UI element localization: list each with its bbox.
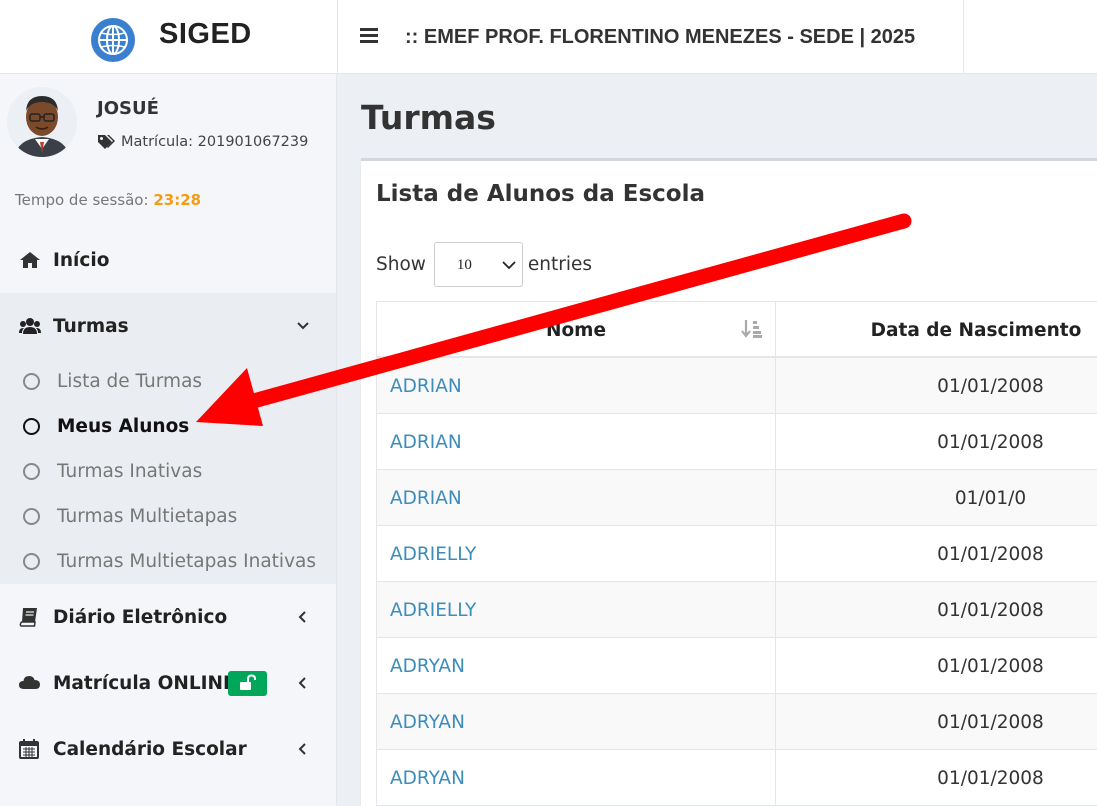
circle-icon (23, 553, 40, 570)
sidebar-item-label: Diário Eletrônico (53, 606, 228, 628)
table-row: ADRIAN 01/01/2008 (377, 414, 1097, 470)
matricula-text: Matrícula: 201901067239 (121, 134, 309, 150)
sidebar-item-diario-eletronico[interactable]: Diário Eletrônico (0, 584, 336, 650)
user-matricula: Matrícula: 201901067239 (97, 134, 308, 150)
student-name-link[interactable]: ADRYAN (377, 750, 776, 806)
logo-bar: SIGED (0, 0, 337, 74)
users-icon (19, 318, 41, 334)
birth-date: 01/01/2008 (937, 599, 1044, 621)
birth-date: 01/01/2008 (937, 375, 1044, 397)
chevron-left-icon (298, 677, 306, 689)
student-name-link[interactable]: ADRIELLY (377, 582, 776, 638)
cloud-icon (19, 676, 40, 689)
top-navbar: :: EMEF PROF. FLORENTINO MENEZES - SEDE … (337, 0, 1097, 74)
book-icon (19, 608, 37, 627)
birth-date: 01/01/0 (954, 487, 1027, 509)
entries-label: entries (527, 253, 593, 275)
chevron-left-icon (298, 743, 306, 755)
submenu-item-turmas-inativas[interactable]: Turmas Inativas (0, 449, 336, 494)
submenu-label: Turmas Multietapas (57, 506, 238, 527)
students-table: Nome Data de Nascimento ADRIAN 01/01/200… (376, 301, 1097, 806)
sidebar-item-label: Início (53, 249, 110, 271)
students-card: Lista de Alunos da Escola Show 10 entrie… (361, 158, 1097, 806)
sidebar-item-inicio[interactable]: Início (0, 227, 336, 293)
table-row: ADRIELLY 01/01/2008 (377, 526, 1097, 582)
sort-icon (741, 320, 762, 338)
submenu-item-lista-de-turmas[interactable]: Lista de Turmas (0, 359, 336, 404)
submenu-item-turmas-multietapas-inativas[interactable]: Turmas Multietapas Inativas (0, 539, 336, 584)
entries-select-value: 10 (456, 256, 472, 273)
submenu-label: Lista de Turmas (57, 371, 203, 392)
table-row: ADRYAN 01/01/2008 (377, 750, 1097, 806)
page-title: Turmas (361, 98, 496, 137)
chevron-left-icon (298, 611, 306, 623)
table-row: ADRIAN 01/01/2008 (377, 358, 1097, 414)
student-name-link[interactable]: ADRIELLY (377, 526, 776, 582)
circle-icon (23, 373, 40, 390)
submenu-item-meus-alunos[interactable]: Meus Alunos (0, 404, 336, 449)
table-row: ADRYAN 01/01/2008 (377, 694, 1097, 750)
sidebar-item-label: Turmas (53, 315, 129, 337)
avatar (7, 87, 77, 157)
sidebar-item-matricula-online[interactable]: Matrícula ONLINE (0, 650, 336, 716)
sidebar: JOSUÉ Matrícula: 201901067239 Tempo de s… (0, 74, 337, 806)
sidebar-item-label: Calendário Escolar (53, 738, 247, 760)
calendar-icon (19, 739, 39, 759)
globe-icon (91, 18, 135, 62)
avatar-image (7, 87, 77, 157)
column-header-label: Nome (545, 319, 607, 341)
entries-select[interactable]: 10 (433, 241, 523, 287)
unlock-badge (228, 670, 267, 696)
birth-date: 01/01/2008 (937, 431, 1044, 453)
circle-icon (23, 418, 40, 435)
student-name-link[interactable]: ADRIAN (377, 470, 776, 526)
circle-icon (23, 508, 40, 525)
entries-length-control: Show 10 entries (376, 241, 592, 287)
tags-icon (98, 135, 115, 149)
table-row: ADRIAN 01/01/0 (377, 470, 1097, 526)
unlock-icon (240, 673, 256, 690)
birth-date: 01/01/2008 (937, 655, 1044, 677)
submenu-label: Turmas Inativas (57, 461, 203, 482)
show-label: Show (376, 253, 426, 275)
submenu-label: Meus Alunos (57, 416, 190, 437)
student-name-link[interactable]: ADRYAN (377, 638, 776, 694)
navbar-divider (963, 0, 964, 74)
turmas-submenu: Lista de Turmas Meus Alunos Turmas Inati… (0, 359, 336, 584)
column-header-label: Data de Nascimento (870, 319, 1082, 341)
app-logo-text[interactable]: SIGED (159, 18, 252, 51)
chevron-down-icon (297, 322, 309, 330)
hamburger-menu-icon[interactable] (360, 28, 378, 44)
school-title: :: EMEF PROF. FLORENTINO MENEZES - SEDE … (405, 26, 916, 48)
submenu-label: Turmas Multietapas Inativas (57, 551, 316, 572)
session-timer: Tempo de sessão: 23:28 (15, 191, 201, 209)
chevron-down-icon (502, 260, 516, 269)
home-icon (20, 252, 40, 268)
student-name-link[interactable]: ADRYAN (377, 694, 776, 750)
table-row: ADRIELLY 01/01/2008 (377, 582, 1097, 638)
card-title: Lista de Alunos da Escola (376, 181, 705, 207)
table-body: ADRIAN 01/01/2008 ADRIAN 01/01/2008 ADRI… (377, 358, 1097, 806)
sidebar-item-calendario-escolar[interactable]: Calendário Escolar (0, 716, 336, 782)
birth-date: 01/01/2008 (937, 543, 1044, 565)
student-name-link[interactable]: ADRIAN (377, 358, 776, 414)
student-name-link[interactable]: ADRIAN (377, 414, 776, 470)
sidebar-item-turmas[interactable]: Turmas (0, 293, 336, 359)
user-name: JOSUÉ (97, 98, 159, 119)
submenu-item-turmas-multietapas[interactable]: Turmas Multietapas (0, 494, 336, 539)
column-header-nome[interactable]: Nome (377, 302, 776, 358)
column-header-data-nascimento[interactable]: Data de Nascimento (776, 302, 1097, 358)
sidebar-item-label: Matrícula ONLINE (53, 672, 236, 694)
table-header: Nome Data de Nascimento (377, 302, 1097, 358)
table-row: ADRYAN 01/01/2008 (377, 638, 1097, 694)
circle-icon (23, 463, 40, 480)
session-time: 23:28 (153, 191, 202, 209)
session-label: Tempo de sessão: (15, 191, 149, 209)
birth-date: 01/01/2008 (937, 767, 1044, 789)
birth-date: 01/01/2008 (937, 711, 1044, 733)
